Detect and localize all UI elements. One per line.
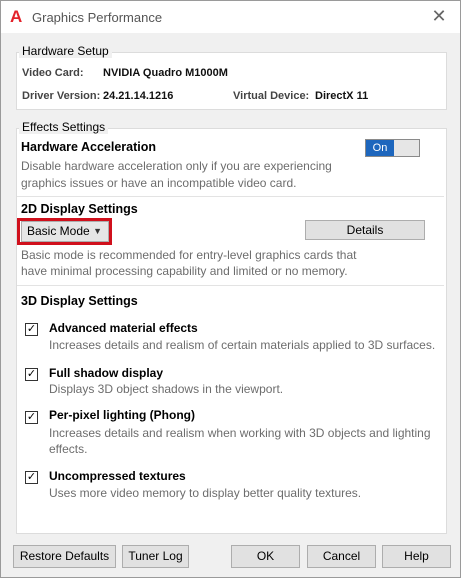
divider (17, 196, 444, 197)
hardware-acceleration-title: Hardware Acceleration (21, 140, 157, 154)
per-pixel-lighting-title: Per-pixel lighting (Phong) (49, 408, 195, 422)
autocad-logo-icon: A (10, 7, 23, 26)
advanced-material-title: Advanced material effects (49, 321, 198, 335)
toggle-on-label: On (366, 140, 394, 156)
details-button[interactable]: Details (305, 220, 425, 240)
driver-version-label: Driver Version: (22, 90, 101, 102)
effects-settings-label: Effects Settings (19, 120, 109, 134)
advanced-material-checkbox[interactable]: ✓ (25, 323, 38, 336)
help-button[interactable]: Help (382, 545, 451, 568)
graphics-performance-dialog: A Graphics Performance ✕ Hardware Setup … (0, 0, 461, 578)
full-shadow-desc: Displays 3D object shadows in the viewpo… (49, 382, 284, 396)
divider (17, 285, 444, 286)
cancel-button[interactable]: Cancel (307, 545, 376, 568)
driver-version-value: 24.21.14.1216 (103, 90, 174, 102)
video-card-label: Video Card: (22, 67, 84, 79)
close-icon[interactable]: ✕ (428, 5, 450, 27)
restore-defaults-button[interactable]: Restore Defaults (13, 545, 116, 568)
checkmark-icon: ✓ (26, 471, 37, 483)
hardware-acceleration-desc-1: Disable hardware acceleration only if yo… (21, 159, 332, 173)
checkmark-icon: ✓ (26, 368, 37, 380)
title-bar: A Graphics Performance ✕ (1, 1, 460, 33)
hardware-acceleration-toggle[interactable]: On (365, 139, 420, 157)
per-pixel-lighting-checkbox[interactable]: ✓ (25, 411, 38, 424)
tuner-log-button[interactable]: Tuner Log (122, 545, 189, 568)
chevron-down-icon: ▼ (93, 226, 102, 236)
window-title: Graphics Performance (32, 10, 163, 25)
checkmark-icon: ✓ (26, 411, 37, 423)
hardware-setup-label: Hardware Setup (19, 44, 112, 58)
per-pixel-lighting-desc-2: effects. (49, 442, 88, 456)
uncompressed-textures-checkbox[interactable]: ✓ (25, 471, 38, 484)
full-shadow-title: Full shadow display (49, 366, 164, 380)
checkmark-icon: ✓ (26, 323, 37, 335)
ok-button[interactable]: OK (231, 545, 300, 568)
hardware-acceleration-desc-2: graphics issues or have an incompatible … (21, 176, 297, 190)
display-2d-desc-1: Basic mode is recommended for entry-leve… (21, 248, 357, 262)
virtual-device-value: DirectX 11 (315, 90, 369, 102)
full-shadow-checkbox[interactable]: ✓ (25, 368, 38, 381)
uncompressed-textures-desc: Uses more video memory to display better… (49, 486, 362, 500)
uncompressed-textures-title: Uncompressed textures (49, 469, 186, 483)
display-2d-desc-2: have minimal processing capability and l… (21, 264, 348, 278)
display-mode-select[interactable]: Basic Mode ▼ (21, 221, 109, 242)
per-pixel-lighting-desc-1: Increases details and realism when worki… (49, 426, 431, 440)
video-card-value: NVIDIA Quadro M1000M (103, 67, 228, 79)
display-2d-title: 2D Display Settings (21, 202, 138, 216)
virtual-device-label: Virtual Device: (233, 90, 310, 102)
display-3d-title: 3D Display Settings (21, 294, 138, 308)
display-mode-value: Basic Mode (27, 224, 90, 238)
advanced-material-desc: Increases details and realism of certain… (49, 338, 436, 352)
